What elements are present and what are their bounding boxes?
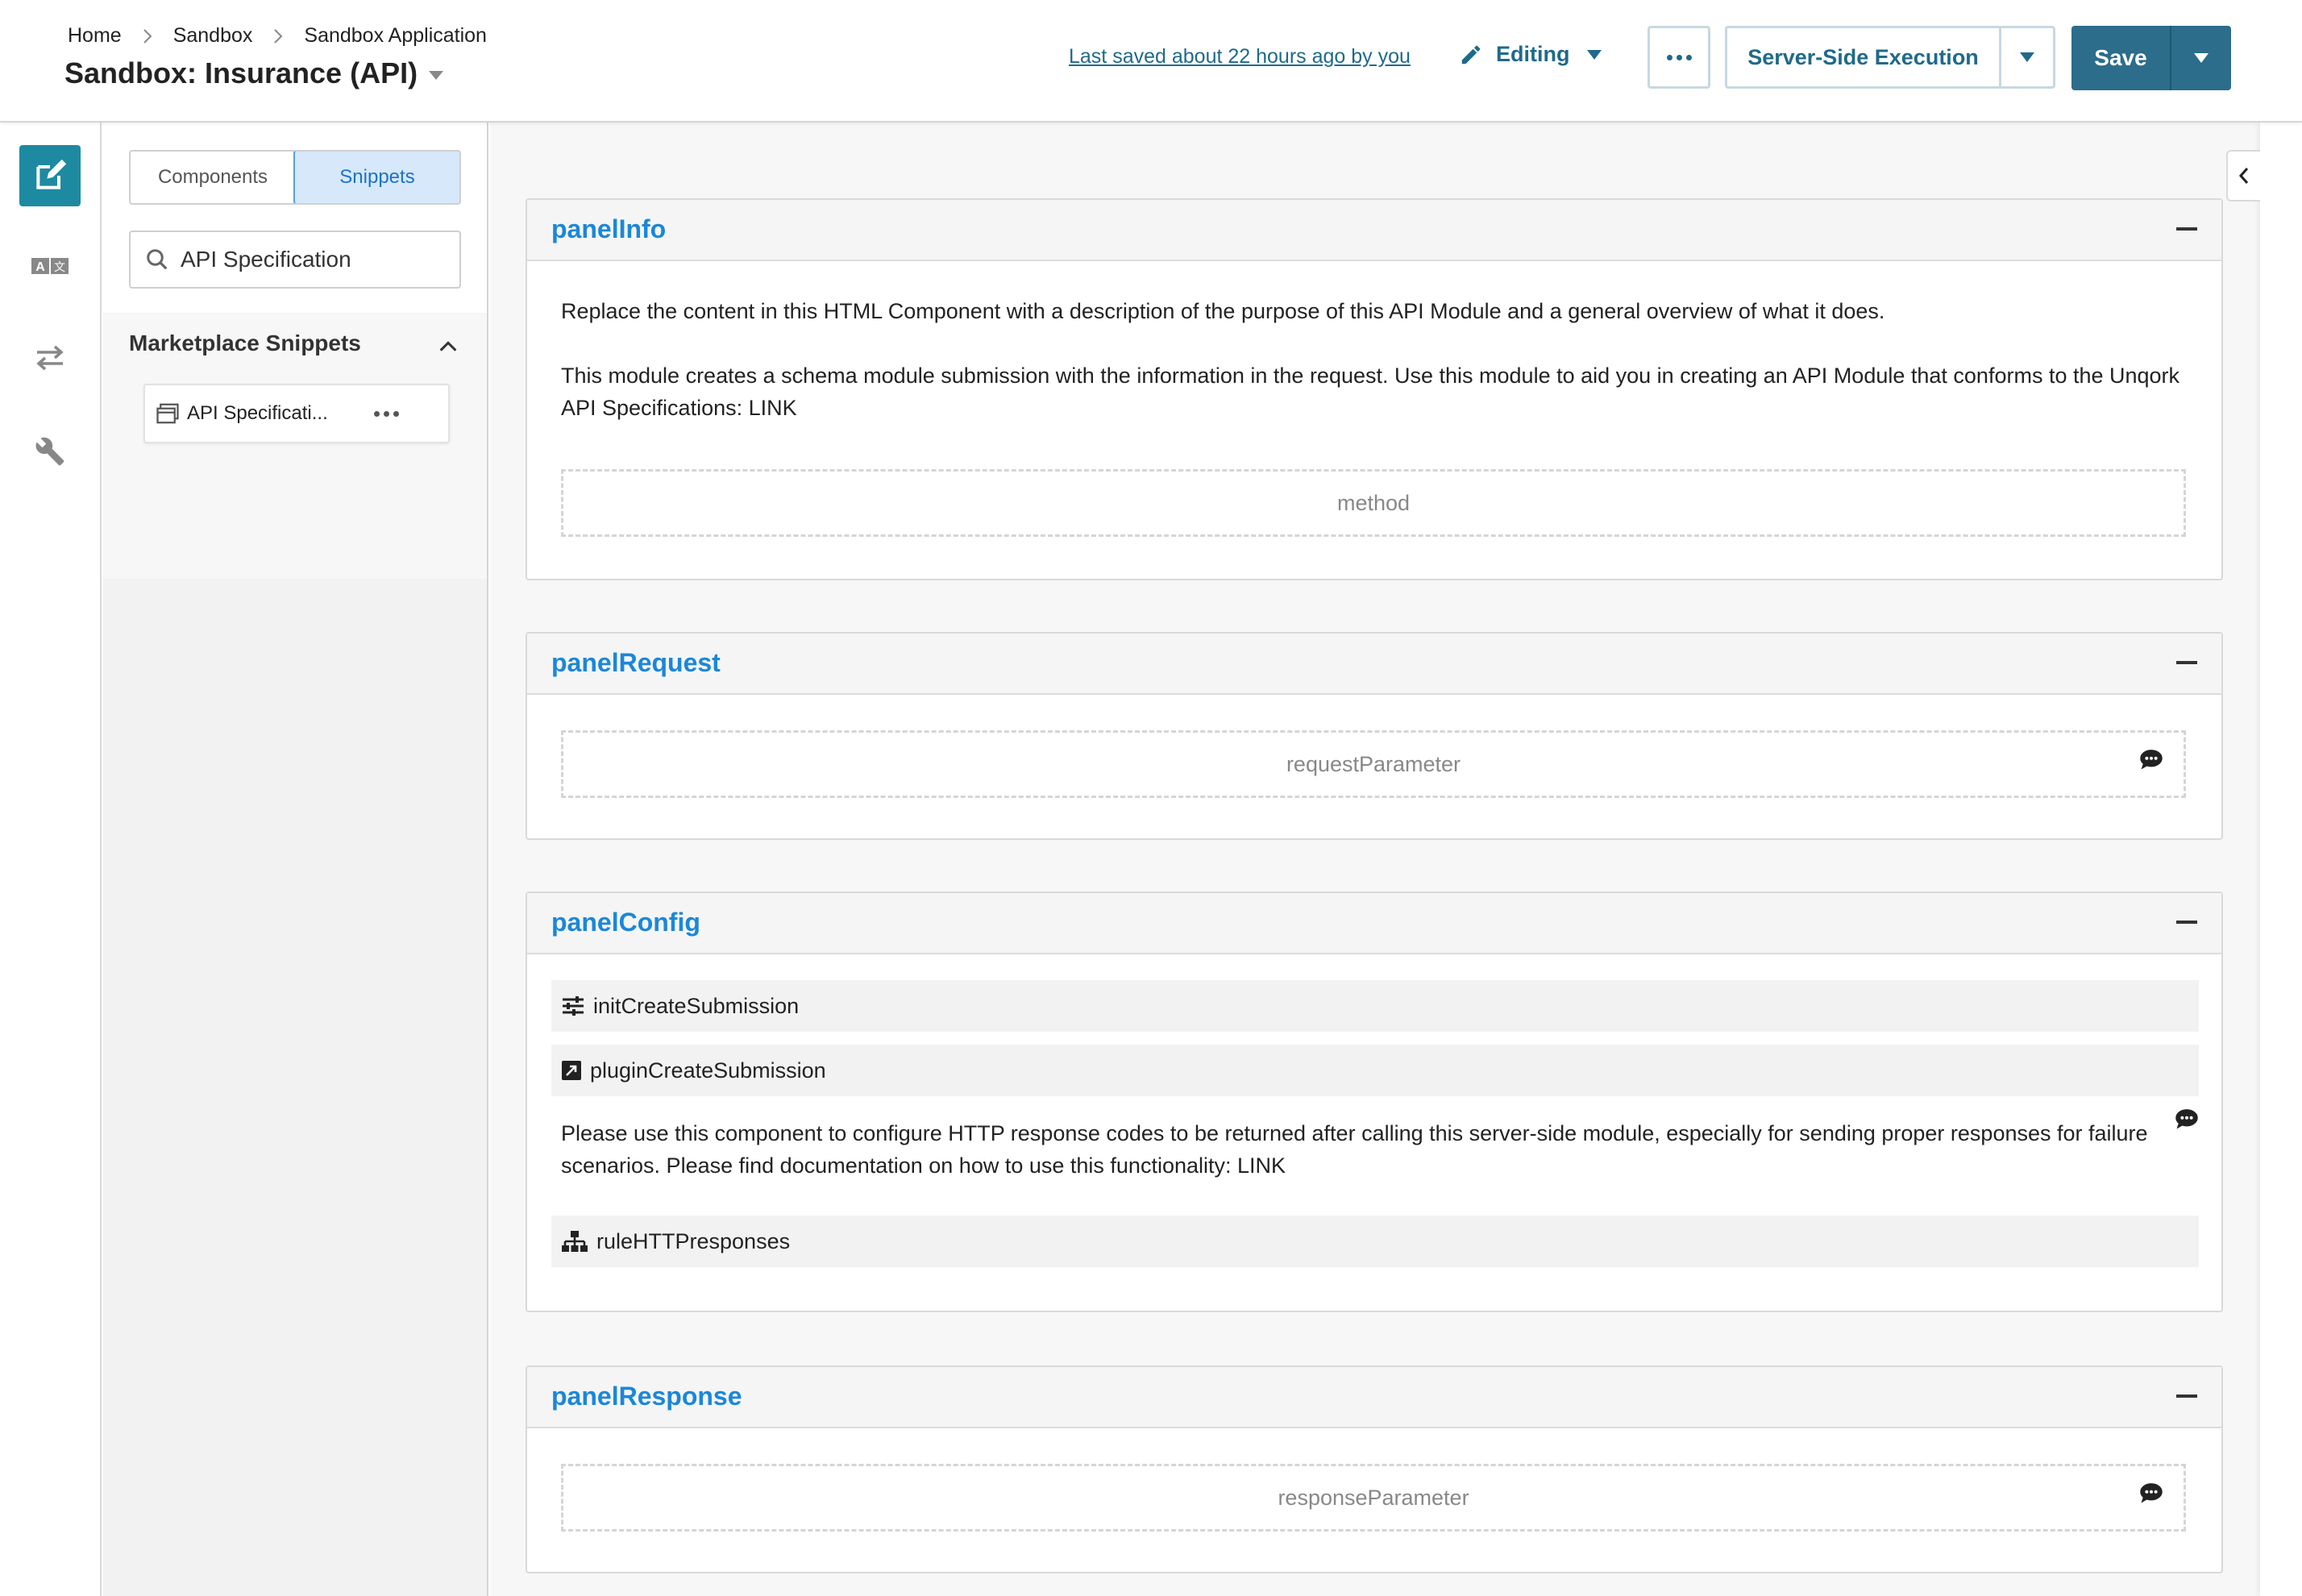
comment-icon[interactable] (2139, 748, 2163, 771)
page-title[interactable]: Sandbox: Insurance (API) (64, 56, 444, 90)
tab-snippets[interactable]: Snippets (293, 152, 459, 203)
transfer-icon[interactable] (19, 327, 81, 389)
panel-header: panelResponse (527, 1367, 2221, 1428)
snippet-label: API Specificati... (187, 402, 328, 424)
sidebar-top: Components Snippets (103, 123, 487, 313)
component-label: ruleHTTPresponses (596, 1228, 791, 1253)
save-dropdown-toggle[interactable] (2171, 26, 2231, 90)
execution-type-button[interactable]: Server-Side Execution (1725, 26, 2055, 89)
svg-text:A: A (35, 260, 45, 274)
builder-sidebar: Components Snippets Marketplace Snippets… (103, 123, 488, 1596)
execution-type-label[interactable]: Server-Side Execution (1727, 28, 2001, 86)
minimize-icon[interactable] (2176, 661, 2197, 664)
collapse-panel-button[interactable] (2226, 150, 2260, 202)
save-button-group[interactable]: Save (2071, 26, 2231, 90)
minimize-icon[interactable] (2176, 227, 2197, 231)
caret-down-icon (429, 70, 444, 80)
right-rail (2260, 123, 2302, 1596)
panel-header: panelConfig (527, 893, 2221, 954)
component-placeholder-response[interactable]: responseParameter (561, 1464, 2186, 1532)
wrench-icon[interactable] (19, 421, 81, 482)
panel-header: panelRequest (527, 634, 2221, 695)
chevron-right-icon (273, 28, 283, 44)
panel-request[interactable]: panelRequest requestParameter (526, 632, 2223, 840)
page-title-text: Sandbox: Insurance (API) (64, 56, 418, 89)
tab-components[interactable]: Components (131, 152, 295, 203)
panel-title: panelConfig (551, 908, 700, 937)
panel-title: panelRequest (551, 648, 721, 677)
editing-label: Editing (1496, 42, 1570, 66)
chevron-right-icon (143, 28, 152, 44)
component-placeholder-request[interactable]: requestParameter (561, 730, 2186, 798)
breadcrumb-home[interactable]: Home (68, 24, 122, 48)
marketplace-snippets-section: Marketplace Snippets API Specificati... (103, 313, 487, 579)
panel-info[interactable]: panelInfo Replace the content in this HT… (526, 198, 2223, 580)
component-rule-http-responses[interactable]: ruleHTTPresponses (551, 1216, 2199, 1267)
translate-icon[interactable]: A文 (19, 235, 81, 297)
sidebar-tabs: Components Snippets (129, 150, 461, 205)
minimize-icon[interactable] (2176, 921, 2197, 924)
panel-title: panelResponse (551, 1382, 742, 1411)
decision-icon (562, 1231, 588, 1252)
svg-text:文: 文 (54, 261, 65, 274)
caret-down-icon (1587, 49, 1602, 60)
chevron-up-icon[interactable] (437, 335, 459, 358)
app-header: Home Sandbox Sandbox Application Sandbox… (0, 0, 2302, 123)
breadcrumb-sandbox[interactable]: Sandbox (173, 24, 253, 48)
save-button[interactable]: Save (2071, 26, 2171, 90)
more-options-button[interactable] (1648, 26, 1710, 89)
component-init-create-submission[interactable]: initCreateSubmission (551, 980, 2199, 1032)
panel-header: panelInfo (527, 200, 2221, 261)
chevron-left-icon (2238, 168, 2249, 184)
search-input[interactable] (181, 247, 455, 272)
component-label: initCreateSubmission (593, 993, 800, 1018)
last-saved-link[interactable]: Last saved about 22 hours ago by you (1069, 45, 1411, 69)
comment-icon[interactable] (2139, 1482, 2163, 1504)
execution-dropdown-toggle[interactable] (2001, 28, 2053, 86)
component-placeholder-method[interactable]: method (561, 469, 2186, 537)
component-label: pluginCreateSubmission (590, 1058, 826, 1083)
html-content-text: Please use this component to configure H… (561, 1121, 2148, 1178)
snippet-card[interactable]: API Specificati... (143, 384, 450, 443)
caret-down-icon (2020, 52, 2034, 62)
snippet-search[interactable] (129, 231, 461, 289)
breadcrumb-sandbox-application[interactable]: Sandbox Application (304, 24, 487, 48)
pencil-icon (1461, 45, 1481, 64)
search-icon (147, 249, 168, 270)
plugin-icon (562, 1061, 581, 1080)
html-content-text: This module creates a schema module subm… (561, 364, 2180, 420)
panel-config[interactable]: panelConfig initCreateSubmission pluginC… (526, 892, 2223, 1312)
breadcrumb: Home Sandbox Sandbox Application (68, 24, 487, 48)
minimize-icon[interactable] (2176, 1394, 2197, 1398)
panel-title: panelInfo (551, 214, 667, 243)
panel-response[interactable]: panelResponse responseParameter (526, 1365, 2223, 1573)
edit-icon[interactable] (19, 145, 81, 206)
editing-mode-dropdown[interactable]: Editing (1459, 42, 1602, 67)
caret-down-icon (2194, 53, 2209, 63)
html-content-text: Replace the content in this HTML Compone… (561, 299, 1885, 323)
snippet-more-button[interactable] (374, 410, 399, 417)
initializer-icon (563, 996, 584, 1016)
icon-rail: A文 (0, 123, 102, 1596)
snippet-icon (156, 403, 179, 424)
component-plugin-create-submission[interactable]: pluginCreateSubmission (551, 1045, 2199, 1096)
comment-icon[interactable] (2175, 1108, 2199, 1130)
section-title: Marketplace Snippets (129, 330, 361, 355)
